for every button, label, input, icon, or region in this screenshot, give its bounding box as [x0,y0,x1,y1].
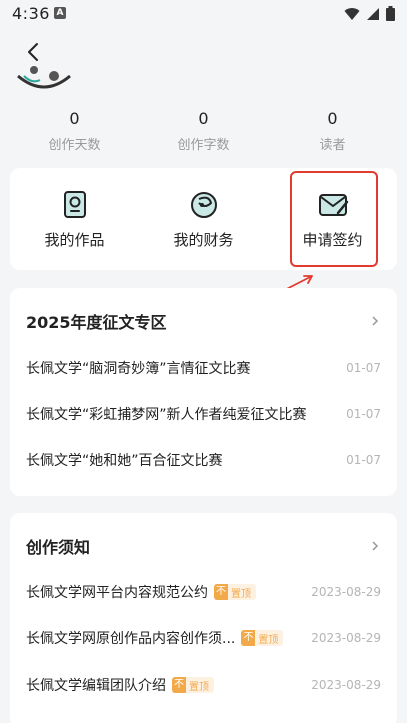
item-date: 01-07 [346,407,381,421]
item-title: 长佩文学网原创作品内容创作须... [26,631,236,647]
section-title: 创作须知 [26,538,91,557]
section-title: 2025年度征文专区 [26,313,167,332]
my-finance-button[interactable]: 我的财务 [139,168,268,270]
stat-word-count: 0 创作字数 [139,108,268,158]
avatar[interactable] [14,62,74,96]
contest-header[interactable]: 2025年度征文专区 [26,310,381,332]
notice-card: 创作须知 长佩文学网平台内容规范公约 不 置顶 2023-08-29 长佩文学网… [10,513,397,723]
list-item[interactable]: 长佩文学“她和她”百合征文比赛 01-07 [26,448,381,472]
list-item[interactable]: 长佩文学“彩虹捕梦网”新人作者纯爱征文比赛 01-07 [26,402,381,426]
works-icon [63,191,86,218]
item-date: 01-07 [346,361,381,375]
back-button[interactable] [22,40,46,64]
chevron-right-icon [372,541,379,551]
list-item[interactable]: 长佩文学编辑团队介绍 不 置顶 2023-08-29 [26,673,381,697]
pinned-badge: 不 置顶 [214,584,256,600]
stat-creation-days: 0 创作天数 [10,108,139,158]
stats-row: 0 创作天数 0 创作字数 0 读者 [10,108,397,158]
item-date: 2023-08-29 [311,585,381,599]
pinned-badge: 不 置顶 [172,677,214,693]
stat-value: 0 [198,109,209,128]
item-date: 01-07 [346,453,381,467]
list-item[interactable]: 长佩文学网平台内容规范公约 不 置顶 2023-08-29 [26,580,381,604]
action-label: 我的财务 [173,231,234,249]
chevron-left-icon [28,43,38,61]
screen: 4:36 A 0 创作天数 0 创作字数 0 读者 我的作品 我的财务 申请签约… [0,0,407,723]
item-title: 长佩文学网平台内容规范公约 [26,585,208,601]
system-icons [344,6,395,25]
action-label: 申请签约 [302,231,363,249]
my-works-button[interactable]: 我的作品 [10,168,139,270]
pin-label: 置顶 [189,681,209,693]
stat-value: 0 [327,109,338,128]
chevron-right-icon [372,316,379,326]
status-bar: 4:36 A [0,0,407,28]
action-label: 我的作品 [44,231,105,249]
list-item[interactable]: 长佩文学“脑洞奇妙簿”言情征文比赛 01-07 [26,356,381,380]
quick-actions-card: 我的作品 我的财务 申请签约 [10,168,397,270]
item-title: 长佩文学“脑洞奇妙簿”言情征文比赛 [26,361,251,377]
stat-value: 0 [69,109,80,128]
notification-icon: A [54,7,66,19]
status-time: 4:36 [12,4,50,23]
stat-readers: 0 读者 [268,108,397,158]
pin-label: 置顶 [231,588,251,600]
item-title: 长佩文学编辑团队介绍 [26,678,166,694]
stat-label: 创作字数 [177,138,230,153]
pinned-badge: 不 置顶 [241,630,284,646]
battery-icon [386,6,395,25]
item-title: 长佩文学“彩虹捕梦网”新人作者纯爱征文比赛 [26,407,307,423]
contest-card: 2025年度征文专区 长佩文学“脑洞奇妙簿”言情征文比赛 01-07 长佩文学“… [10,288,397,496]
pin-label: 置顶 [258,634,279,646]
finance-icon [190,192,217,218]
stat-label: 读者 [319,138,346,153]
pin-icon: 不 [172,677,186,693]
wifi-icon [344,6,360,25]
item-title: 长佩文学“她和她”百合征文比赛 [26,453,223,469]
list-item[interactable]: 长佩文学网原创作品内容创作须... 不 置顶 2023-08-29 [26,626,381,650]
pin-icon: 不 [214,584,228,600]
pin-icon: 不 [241,630,256,646]
stat-label: 创作天数 [48,138,101,153]
contract-icon [318,194,348,216]
apply-contract-button[interactable]: 申请签约 [268,168,397,270]
signal-icon [366,6,380,25]
item-date: 2023-08-29 [311,631,381,645]
notice-header[interactable]: 创作须知 [26,535,381,557]
item-date: 2023-08-29 [311,678,381,692]
